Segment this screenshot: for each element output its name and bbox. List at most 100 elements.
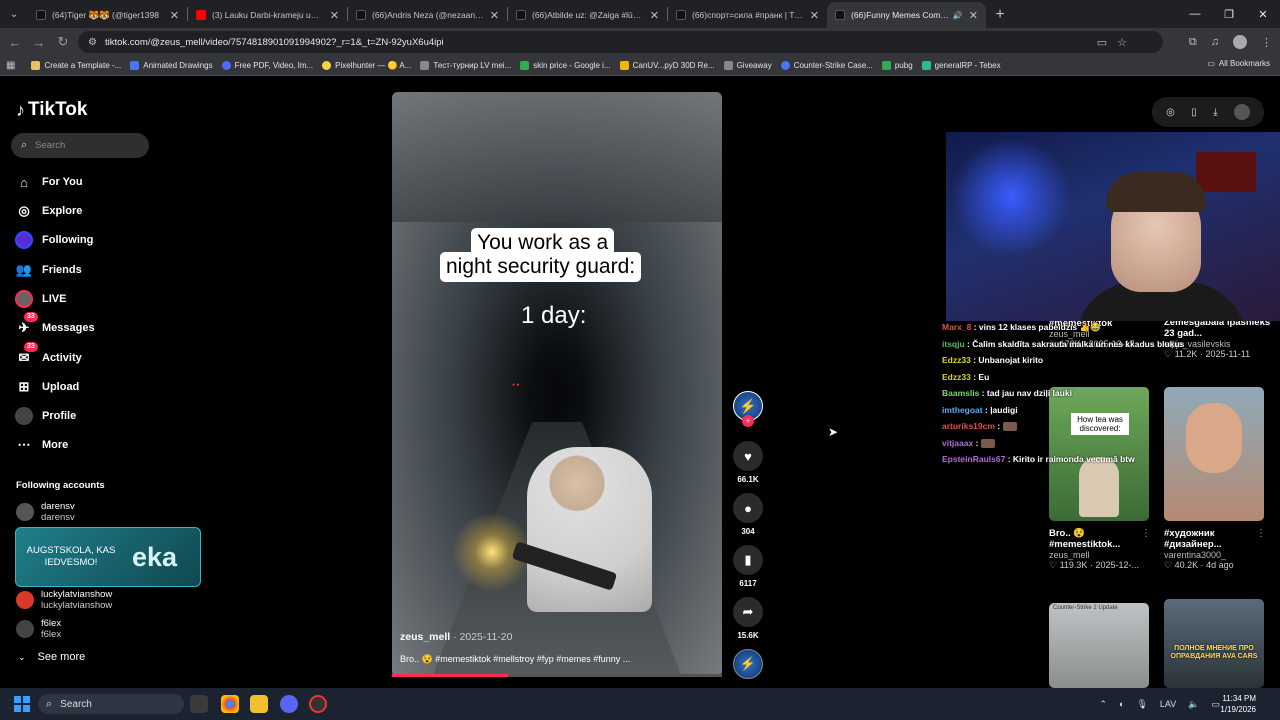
site-info-icon[interactable]: ⚙ <box>88 37 97 48</box>
nav-label: LIVE <box>42 293 67 305</box>
compass-icon[interactable]: ◎ <box>1166 107 1175 118</box>
following-account[interactable]: darensv darensv <box>16 501 75 523</box>
close-tab-icon[interactable]: ✕ <box>330 9 339 22</box>
nav-upload[interactable]: ⊞ Upload <box>15 378 80 396</box>
chrome-icon[interactable] <box>221 695 239 713</box>
new-tab-button[interactable]: + <box>986 2 1014 28</box>
chat-overlay: Marx_8 : vins 12 klases pabeidzis 👍😂 its… <box>942 319 1184 468</box>
close-tab-icon[interactable]: ✕ <box>170 9 179 22</box>
like-button[interactable]: ♥ 66.1K <box>733 441 763 484</box>
bookmark-item[interactable]: Animated Drawings <box>130 61 213 70</box>
close-window-icon[interactable]: ✕ <box>1246 0 1280 28</box>
follow-plus-icon[interactable]: + <box>742 415 754 427</box>
next-creator-avatar[interactable]: ⚡ <box>733 649 763 679</box>
nav-activity[interactable]: ✉ 33 Activity <box>15 342 82 367</box>
share-button[interactable]: ➦ 15.6K <box>733 597 763 640</box>
bookmark-item[interactable]: CanUV...pyD 30D Re... <box>619 61 715 70</box>
all-bookmarks-button[interactable]: ▭ All Bookmarks <box>1207 59 1270 68</box>
task-view-icon[interactable] <box>190 695 208 713</box>
battery-icon[interactable]: ▭ <box>1211 699 1220 710</box>
browser-tab-active[interactable]: (66)Funny Memes Compilat 🔊 ✕ <box>827 2 986 28</box>
promo-banner[interactable]: AUGSTSKOLA, KAS IEDVESMO! eka <box>15 527 201 587</box>
bookmark-item[interactable]: skin price - Google i... <box>520 61 611 70</box>
back-icon[interactable]: ← <box>3 35 27 50</box>
chevron-down-icon: ⌄ <box>18 651 26 662</box>
save-button[interactable]: ▮ 6117 <box>733 545 763 588</box>
cast-icon[interactable]: ▭ <box>1097 36 1107 49</box>
mobile-icon[interactable]: ▯ <box>1191 107 1197 118</box>
language-indicator[interactable]: LAV <box>1160 699 1176 709</box>
user-avatar[interactable] <box>1233 104 1250 120</box>
browser-tab[interactable]: (66)спорт=сила #пранк | TikTo ✕ <box>668 2 827 28</box>
video-author[interactable]: zeus_mell · 2025-11-20 <box>400 631 512 643</box>
network-icon[interactable]: ◐ <box>1119 699 1124 709</box>
profile-avatar-icon[interactable] <box>1233 35 1247 49</box>
browser-tab[interactable]: (66)Andris Neza (@nezaandris ✕ <box>348 2 507 28</box>
bookmark-item[interactable]: generalRP - Tebex <box>921 61 1001 70</box>
extensions-icon[interactable]: ⧉ <box>1189 36 1197 49</box>
taskbar-search[interactable]: ⌕ Search <box>38 694 184 714</box>
close-tab-icon[interactable]: ✕ <box>650 9 659 22</box>
close-tab-icon[interactable]: ✕ <box>490 9 499 22</box>
bookmark-item[interactable]: Pixelhunter — 🟡 A... <box>322 61 411 70</box>
tiktok-favicon-icon <box>835 10 845 20</box>
more-icon: ⋯ <box>17 437 31 452</box>
restore-icon[interactable]: ❐ <box>1212 0 1246 28</box>
close-tab-icon[interactable]: ✕ <box>969 9 978 22</box>
windows-start-icon[interactable] <box>14 696 30 712</box>
tiktok-logo[interactable]: ♪ TikTok <box>16 99 87 121</box>
taskbar: ⌕ Search ⌃ ◐ 🎙 LAV 🔈 ▭ 11:34 PM 1/19/2026 <box>0 688 1280 720</box>
nav-friends[interactable]: 👥 Friends <box>15 261 82 279</box>
bookmark-item[interactable]: Create a Template -... <box>31 61 121 70</box>
comment-button[interactable]: ● 304 <box>733 493 763 536</box>
bookmark-star-icon[interactable]: ☆ <box>1117 36 1127 49</box>
more-options-icon[interactable]: ⋮ <box>1256 528 1266 539</box>
speaker-icon[interactable]: 🔈 <box>1188 699 1199 710</box>
minimize-icon[interactable]: — <box>1178 0 1212 28</box>
bookmark-favicon-icon <box>619 61 629 70</box>
audio-playing-icon[interactable]: 🔊 <box>953 11 963 20</box>
bookmark-item[interactable]: Counter-Strike Case... <box>780 61 873 70</box>
following-account[interactable]: luckylatvianshow luckylatvianshow <box>16 589 112 611</box>
feed-item[interactable]: Bro.. 😵 #memestiktok... zeus_mell ♡ 119.… <box>1049 528 1149 571</box>
clock[interactable]: 11:34 PM 1/19/2026 <box>1220 693 1256 715</box>
video-description[interactable]: Bro.. 😵 #memestiktok #mellstroy #fyp #me… <box>400 654 630 665</box>
app-icon[interactable] <box>309 695 327 713</box>
url-field[interactable]: ⚙ tiktok.com/@zeus_mell/video/7574818901… <box>78 31 1163 53</box>
forward-icon[interactable]: → <box>27 35 51 50</box>
browser-menu-icon[interactable]: ⋮ <box>1261 36 1272 49</box>
see-more-button[interactable]: ⌄ See more <box>18 651 85 663</box>
search-input[interactable]: ⌕ Search <box>11 133 149 158</box>
browser-tab[interactable]: (3) Lauku Darbi-krameju un izk ✕ <box>188 2 347 28</box>
following-account[interactable]: f6lex f6lex <box>16 618 61 640</box>
more-options-icon[interactable]: ⋮ <box>1141 528 1151 539</box>
browser-tab[interactable]: (66)Atbilde uz: @Zaiga #lūgšan ✕ <box>508 2 667 28</box>
bookmark-item[interactable]: Giveaway <box>723 61 772 70</box>
file-explorer-icon[interactable] <box>250 695 268 713</box>
discord-icon[interactable] <box>280 695 298 713</box>
feed-thumbnail[interactable]: Counter-Strike 2 Update <box>1049 603 1149 688</box>
video-progress-bar[interactable] <box>392 674 722 677</box>
video-player[interactable]: ● ● You work as a night security guard: … <box>392 92 722 677</box>
nav-for-you[interactable]: ⌂ For You <box>15 173 82 191</box>
close-tab-icon[interactable]: ✕ <box>810 9 819 22</box>
bookmark-item[interactable]: Тест-турнир LV mei... <box>420 61 511 70</box>
nav-following[interactable]: Following <box>15 231 93 249</box>
nav-explore[interactable]: ◎ Explore <box>15 202 82 220</box>
feed-thumbnail[interactable]: ПОЛНОЕ МНЕНИЕ ПРО ОПРАВДАНИЯ AVA CARS <box>1164 599 1264 688</box>
feed-thumbnail[interactable] <box>1164 387 1264 521</box>
chevron-up-icon[interactable]: ⌃ <box>1100 699 1108 710</box>
microphone-icon[interactable]: 🎙 <box>1136 699 1147 710</box>
nav-live[interactable]: LIVE <box>15 290 66 308</box>
bookmark-item[interactable]: pubg <box>881 61 913 70</box>
reload-icon[interactable]: ↻ <box>51 34 75 50</box>
apps-grid-icon[interactable]: ▦ <box>6 60 15 71</box>
download-icon[interactable]: ⤓ <box>1213 107 1217 118</box>
browser-tab[interactable]: (64)Tiger 🐯🐯 (@tiger1398 ✕ <box>28 2 187 28</box>
nav-profile[interactable]: Profile <box>15 407 76 425</box>
media-controls-icon[interactable]: ♫ <box>1211 36 1219 48</box>
nav-more[interactable]: ⋯ More <box>15 436 69 454</box>
bookmark-item[interactable]: Free PDF, Video, Im... <box>221 61 313 70</box>
nav-messages[interactable]: ✈ 33 Messages <box>15 312 95 337</box>
tab-search-icon[interactable]: ⌄ <box>0 0 28 28</box>
